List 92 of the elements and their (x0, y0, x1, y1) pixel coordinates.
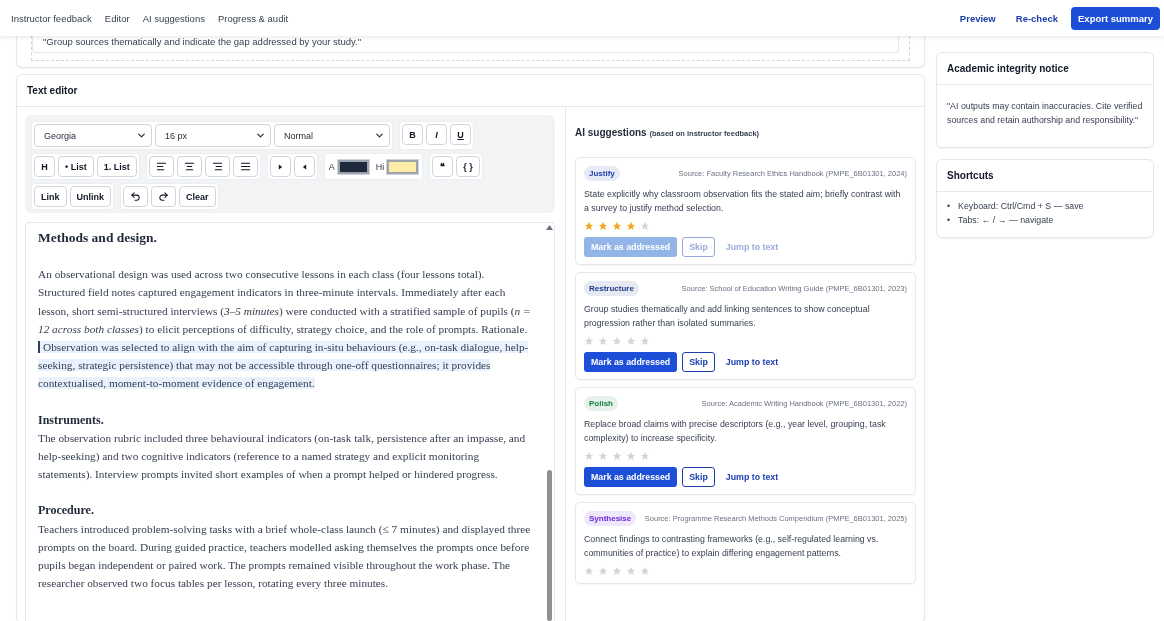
star-icon (598, 336, 608, 346)
star-icon (584, 336, 594, 346)
nav-link[interactable]: Progress & audit (217, 12, 289, 24)
format-dropdown[interactable]: Normal (274, 124, 390, 147)
nav-link[interactable]: Editor (104, 12, 130, 24)
toolbar-button[interactable]: Unlink (69, 186, 112, 207)
star-icon (640, 221, 650, 231)
color-picker[interactable]: A (326, 156, 371, 177)
toolbar-button[interactable] (123, 186, 149, 207)
toolbar-button[interactable]: { } (456, 156, 480, 177)
chevron-down-icon (255, 130, 266, 141)
toolbar-button[interactable] (151, 186, 177, 207)
toolbar-button[interactable]: B (402, 124, 423, 145)
scrollbar-thumb[interactable] (547, 470, 552, 621)
suggestion-text: Connect findings to contrasting frameworks (e.g., self-regulated learning vs. communities of practice) to explain differing engagement patterns. (584, 533, 880, 560)
star-icon (584, 451, 594, 461)
format-dropdown[interactable]: 16 px (155, 124, 271, 147)
star-icon (626, 336, 636, 346)
outdent-icon (301, 162, 307, 171)
toolbar-button[interactable]: H (34, 156, 55, 177)
skip-button[interactable]: Skip (682, 352, 715, 372)
mark-addressed-button[interactable]: Mark as addressed (584, 467, 678, 487)
star-icon (598, 221, 608, 231)
mark-addressed-button[interactable]: Mark as addressed (584, 352, 678, 372)
jump-link[interactable]: Jump to text (719, 468, 785, 486)
toolbar-button[interactable] (148, 156, 174, 177)
align-justify-icon (239, 161, 251, 172)
suggestion-text: Group studies thematically and add linking sentences to show conceptual progression rather than isolated summaries. (584, 303, 871, 330)
star-icon (612, 221, 622, 231)
indent-icon (277, 162, 283, 171)
align-right-icon (211, 161, 223, 172)
toolbar-button[interactable]: ❝ (432, 156, 454, 177)
suggestion-tag: Justify (584, 166, 620, 181)
suggestion-text: Replace broad claims with precise descriptors (e.g., year level, grouping, task complexity) to increase specificity. (584, 418, 887, 445)
undo-icon (130, 191, 142, 202)
star-icon (612, 336, 622, 346)
nav-link[interactable]: AI suggestions (142, 12, 205, 24)
action-link[interactable]: Preview (952, 6, 1003, 30)
format-dropdown[interactable]: Georgia (34, 124, 152, 147)
toolbar-button[interactable] (204, 156, 230, 177)
star-icon (626, 451, 636, 461)
text-editor[interactable] (25, 222, 555, 621)
align-center-icon (183, 161, 195, 172)
chevron-down-icon (136, 130, 147, 141)
color-picker[interactable]: Hi (373, 156, 421, 177)
section-heading: Instruments. (38, 411, 105, 429)
paragraph-text: Teachers introduced problem-solving tasks with a brief whole-class launch (≤ 7 minutes) and displayed three prompts on the board. During guided practice, teachers modelled asking themselves the prompts once before pupils began independent or paired work. The prompts remained visible throughout the work phase. The researcher observed two focus tables per lesson, rotating every three minutes. (38, 521, 532, 592)
toolbar-button[interactable] (232, 156, 258, 177)
toolbar-button[interactable]: • List (58, 156, 94, 177)
align-left-icon (155, 161, 167, 172)
shortcut-item: Keyboard: Ctrl/Cmd + S — save (958, 200, 1084, 213)
section-heading: Procedure. (38, 502, 95, 520)
star-icon (612, 451, 622, 461)
toolbar-button[interactable]: U (450, 124, 471, 145)
card-title: Shortcuts (937, 160, 1153, 192)
paragraph-text: An observational design was used across two consecutive lessons in each class (four lessons total). Structured field notes captured engagement indicators in three-minute intervals. Immediately after each lesson, short semi-structured interviews (3–5 minutes) were conducted with a stratified sample of pupils (n = 12 across both classes) to elicit perceptions of difficulty, strategy choice, and the role of prompts. Rationale. Observation was selected to align with the aim of capturing in-situ behaviours (e.g., on-task dialogue, help-seeking, strategic persistence) that may not be accessible through one-off questionnaires; it provides contextualised, moment-to-moment evidence of engagement. (38, 267, 532, 392)
bullet-marker: • (947, 200, 951, 213)
star-icon (640, 336, 650, 346)
star-icon (598, 451, 608, 461)
star-icon (640, 566, 650, 576)
redo-icon (158, 191, 170, 202)
star-icon (584, 221, 594, 231)
star-icon (584, 566, 594, 576)
chevron-down-icon (374, 130, 385, 141)
toolbar-button[interactable] (176, 156, 202, 177)
notice-text: "AI outputs may contain inaccuracies. Cite verified sources and retain authorship and responsibility." (946, 100, 1144, 127)
feedback-quote: "Group sources thematically and indicate the gap addressed by your study." (32, 36, 899, 53)
star-icon (626, 221, 636, 231)
star-icon (640, 451, 650, 461)
suggestion-text: State explicitly why classroom observation fits the stated aim; briefly contrast with a survey to justify method selection. (584, 188, 902, 215)
suggestion-tag: Polish (584, 396, 618, 411)
toolbar-button[interactable]: 1. List (96, 156, 137, 177)
skip-button[interactable]: Skip (682, 467, 715, 487)
document-title: Methods and design. (38, 229, 158, 247)
export-button[interactable]: Export summary (1071, 6, 1160, 30)
jump-link[interactable]: Jump to text (719, 353, 785, 371)
card-title: Text editor (17, 75, 924, 107)
toolbar-button[interactable]: Link (34, 186, 67, 207)
card-title: Academic integrity notice (937, 53, 1153, 85)
scroll-up-icon[interactable] (546, 225, 553, 230)
bullet-marker: • (947, 214, 951, 227)
shortcut-item: Tabs: ← / → — navigate (958, 214, 1054, 227)
suggestion-tag: Synthesise (584, 511, 637, 526)
paragraph-text: The observation rubric included three behavioural indicators (on-task talk, persistence after an impasse, and help-seeking) and two cognitive indicators (reference to a named strategy and explicit monitoring statements). Interview prompts invited short examples of when a prompt helped or hindered progress. (38, 430, 527, 483)
suggestion-tag: Restructure (584, 281, 639, 296)
star-icon (612, 566, 622, 576)
nav-link[interactable]: Instructor feedback (11, 12, 92, 24)
action-link[interactable]: Re-check (1008, 6, 1065, 30)
toolbar-button[interactable]: Clear (179, 186, 216, 207)
star-icon (626, 566, 636, 576)
star-icon (598, 566, 608, 576)
toolbar-button[interactable]: I (426, 124, 447, 145)
